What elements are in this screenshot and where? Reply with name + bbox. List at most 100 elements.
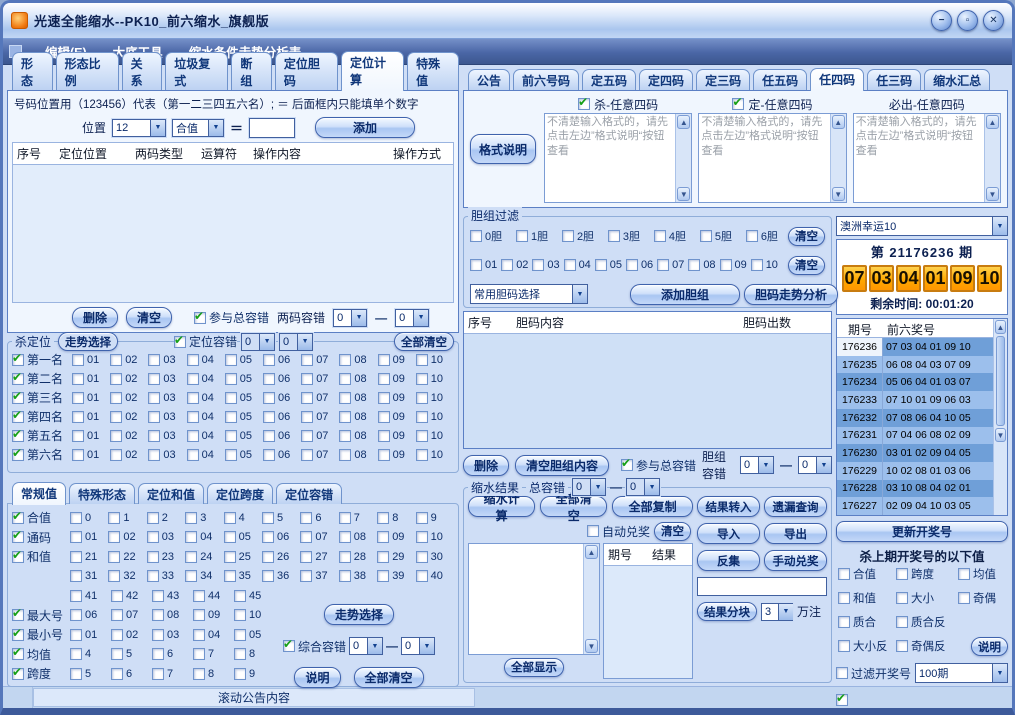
pair-tolerance-from-select[interactable]: 0▼	[333, 309, 367, 327]
prize-table-body[interactable]	[604, 566, 692, 678]
history-row[interactable]: 17623307 10 01 09 06 03	[837, 391, 993, 409]
number-checkbox[interactable]: 02	[110, 392, 148, 404]
left-tab[interactable]: 定位计算	[341, 51, 404, 91]
clear-dan-content-button[interactable]: 清空胆组内容	[515, 455, 609, 476]
dan-number-checkbox[interactable]: 05	[595, 259, 622, 271]
combined-tolerance-from-select[interactable]: 0▼	[349, 637, 383, 655]
dan-number-checkbox[interactable]: 06	[626, 259, 653, 271]
value-row-toggle[interactable]: 均值	[12, 646, 70, 663]
kill-last-option[interactable]: 奇偶	[958, 590, 1008, 606]
minimize-button[interactable]: −	[931, 10, 952, 31]
scroll-up-icon[interactable]: ▲	[677, 115, 690, 129]
number-checkbox[interactable]: 03	[148, 411, 186, 423]
number-checkbox[interactable]: 06	[263, 354, 301, 366]
number-checkbox[interactable]: 41	[70, 590, 111, 602]
number-checkbox[interactable]: 33	[147, 570, 185, 582]
dan-number-checkbox[interactable]: 10	[751, 259, 778, 271]
number-checkbox[interactable]: 01	[72, 392, 110, 404]
number-checkbox[interactable]: 05	[225, 373, 263, 385]
number-checkbox[interactable]: 01	[72, 354, 110, 366]
scroll-up-icon[interactable]: ▲	[832, 115, 845, 129]
kill-last-option[interactable]: 和值	[838, 590, 896, 606]
number-checkbox[interactable]: 04	[187, 373, 225, 385]
number-checkbox[interactable]: 02	[110, 449, 148, 461]
values-tab[interactable]: 定位跨度	[207, 483, 273, 504]
number-checkbox[interactable]: 07	[301, 354, 339, 366]
type-select[interactable]: 合值▼	[172, 119, 224, 137]
values-tab[interactable]: 定位和值	[138, 483, 204, 504]
number-checkbox[interactable]: 45	[234, 590, 275, 602]
number-checkbox[interactable]: 37	[300, 570, 338, 582]
number-checkbox[interactable]: 24	[185, 551, 223, 563]
value-row-toggle[interactable]: 和值	[12, 548, 70, 565]
number-checkbox[interactable]: 23	[147, 551, 185, 563]
left-tab[interactable]: 形态	[12, 52, 53, 90]
number-checkbox[interactable]: 08	[339, 449, 377, 461]
number-checkbox[interactable]: 7	[193, 648, 234, 660]
number-checkbox[interactable]: 5	[70, 668, 111, 680]
number-checkbox[interactable]: 03	[148, 354, 186, 366]
number-checkbox[interactable]: 39	[377, 570, 415, 582]
scrollbar[interactable]: ▲ ▼	[675, 114, 691, 202]
shrink-calc-button[interactable]: 缩水计算	[468, 496, 535, 517]
total-tolerance-from-select[interactable]: 0▼	[572, 478, 606, 496]
number-checkbox[interactable]: 26	[262, 551, 300, 563]
number-checkbox[interactable]: 06	[262, 531, 300, 543]
show-all-button[interactable]: 全部显示	[504, 658, 564, 677]
update-draw-button[interactable]: 更新开奖号	[836, 521, 1008, 542]
number-checkbox[interactable]: 2	[147, 512, 185, 524]
clear-button[interactable]: 清空	[126, 307, 172, 328]
import-button[interactable]: 导入	[697, 523, 760, 544]
history-row[interactable]: 17623107 04 06 08 02 09	[837, 427, 993, 445]
clear-all-button[interactable]: 全部清空	[354, 667, 424, 688]
dan-count-checkbox[interactable]: 1胆	[516, 228, 548, 244]
total-tolerance-to-select[interactable]: 0▼	[626, 478, 660, 496]
value-row-toggle[interactable]: 最大号	[12, 607, 70, 624]
middle-tab[interactable]: 任四码	[810, 68, 864, 91]
number-checkbox[interactable]: 07	[301, 392, 339, 404]
number-checkbox[interactable]: 9	[416, 512, 454, 524]
middle-tab[interactable]: 任五码	[753, 69, 807, 90]
number-checkbox[interactable]: 07	[301, 373, 339, 385]
number-checkbox[interactable]: 09	[378, 430, 416, 442]
number-checkbox[interactable]: 04	[187, 392, 225, 404]
number-checkbox[interactable]: 04	[187, 449, 225, 461]
number-checkbox[interactable]: 22	[108, 551, 146, 563]
kill-last-option[interactable]: 质合反	[896, 614, 958, 630]
scroll-up-icon[interactable]: ▲	[585, 545, 598, 559]
number-checkbox[interactable]: 10	[416, 411, 454, 423]
number-checkbox[interactable]: 38	[339, 570, 377, 582]
number-checkbox[interactable]: 34	[185, 570, 223, 582]
scrollbar[interactable]: ▲ ▼	[984, 114, 1000, 202]
format-help-button[interactable]: 格式说明	[470, 134, 536, 164]
dan-number-checkbox[interactable]: 03	[532, 259, 559, 271]
kill-any-four-checkbox[interactable]	[578, 98, 590, 110]
number-checkbox[interactable]: 03	[148, 373, 186, 385]
number-checkbox[interactable]: 10	[416, 430, 454, 442]
common-dan-select[interactable]: 常用胆码选择▼	[470, 284, 588, 304]
number-checkbox[interactable]: 6	[111, 668, 152, 680]
scroll-down-icon[interactable]: ▼	[677, 187, 690, 201]
dan-tolerance-from-select[interactable]: 0▼	[740, 456, 774, 474]
number-checkbox[interactable]: 02	[110, 411, 148, 423]
dan-count-checkbox[interactable]: 4胆	[654, 228, 686, 244]
number-checkbox[interactable]: 43	[152, 590, 193, 602]
scroll-up-icon[interactable]: ▲	[995, 320, 1006, 334]
delete-button[interactable]: 删除	[72, 307, 118, 328]
number-checkbox[interactable]: 02	[110, 373, 148, 385]
kill-last-option[interactable]: 奇偶反	[896, 638, 958, 654]
number-checkbox[interactable]: 06	[263, 430, 301, 442]
number-checkbox[interactable]: 0	[70, 512, 108, 524]
combined-tolerance-toggle[interactable]: 综合容错	[283, 638, 346, 655]
scrollbar[interactable]: ▲ ▼	[830, 114, 846, 202]
left-tab[interactable]: 形态比例	[56, 52, 119, 90]
middle-tab[interactable]: 缩水汇总	[924, 69, 990, 90]
number-checkbox[interactable]: 01	[70, 629, 111, 641]
number-checkbox[interactable]: 4	[70, 648, 111, 660]
number-checkbox[interactable]: 09	[378, 354, 416, 366]
dan-trend-button[interactable]: 胆码走势分析	[744, 284, 838, 305]
value-row-toggle[interactable]: 跨度	[12, 665, 70, 682]
number-checkbox[interactable]: 06	[70, 609, 111, 621]
number-checkbox[interactable]: 08	[339, 531, 377, 543]
number-checkbox[interactable]: 08	[152, 609, 193, 621]
